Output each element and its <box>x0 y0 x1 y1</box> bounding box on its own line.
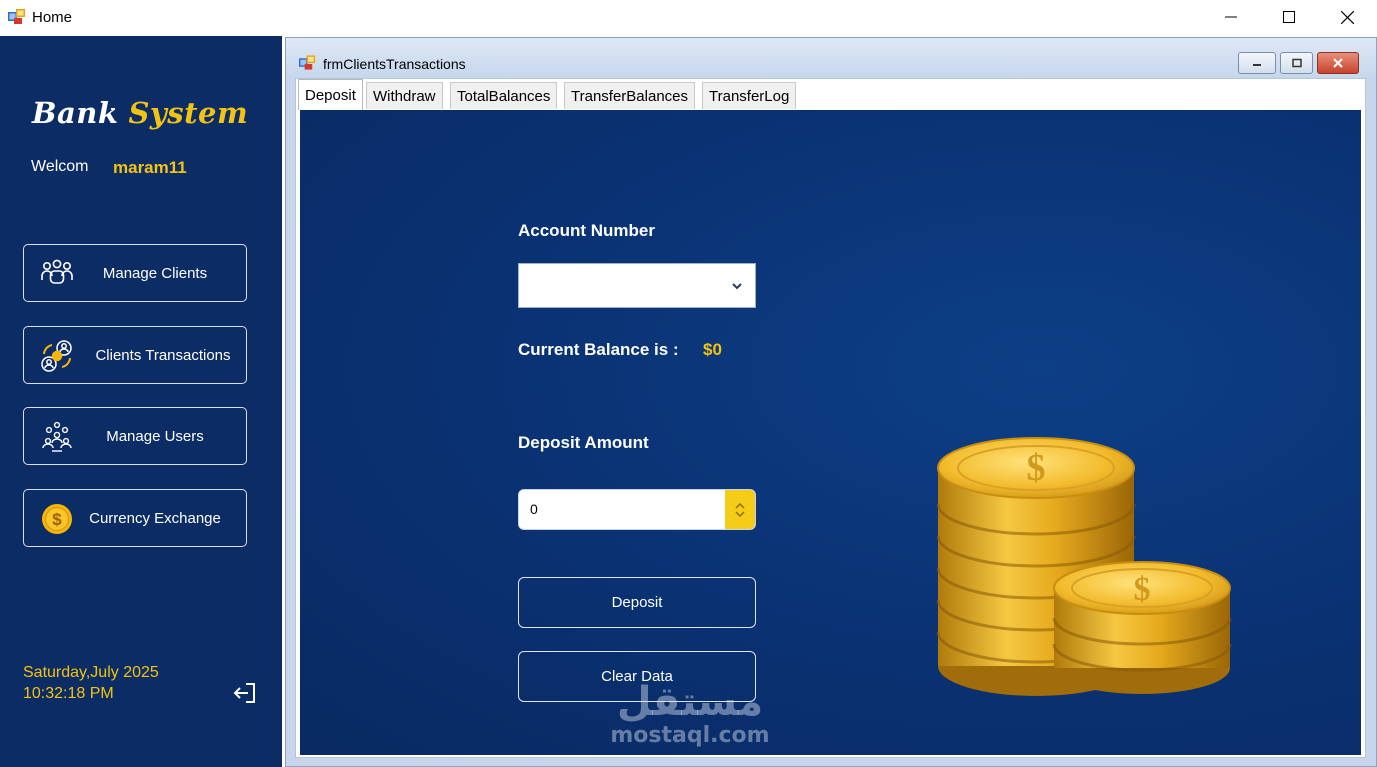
child-minimize-button[interactable] <box>1238 52 1276 74</box>
window-title: Home <box>32 9 73 26</box>
deposit-tab-page: Account Number Current Balance is : $0 D… <box>300 110 1361 755</box>
account-number-label: Account Number <box>518 221 655 240</box>
username: maram11 <box>113 158 187 177</box>
maximize-button[interactable] <box>1260 0 1318 34</box>
account-number-dropdown[interactable] <box>518 263 756 308</box>
chevron-down-icon <box>732 283 742 290</box>
watermark-arabic: مستقل <box>616 679 764 725</box>
current-balance-value: $0 <box>703 340 722 359</box>
maximize-icon <box>1283 11 1295 23</box>
tab-transfer-balances[interactable]: TransferBalances <box>564 82 695 109</box>
close-icon <box>1333 58 1343 68</box>
deposit-amount-input[interactable]: 0 <box>518 489 756 530</box>
minimize-button[interactable] <box>1202 0 1260 34</box>
minimize-icon <box>1253 64 1261 66</box>
manage-users-label: Manage Users <box>106 427 204 445</box>
window-titlebar: Home <box>0 0 1377 36</box>
tab-control: Deposit Withdraw TotalBalances TransferB… <box>295 78 1366 758</box>
spinner-arrows-icon <box>735 503 745 517</box>
child-titlebar: frmClientsTransactions <box>286 38 1376 78</box>
clients-transactions-button[interactable]: Clients Transactions <box>23 326 247 384</box>
child-window-title: frmClientsTransactions <box>323 56 466 72</box>
brand-logo: Bank System <box>32 96 248 130</box>
manage-clients-button[interactable]: Manage Clients <box>23 244 247 302</box>
current-time: 10:32:18 PM <box>23 685 114 702</box>
svg-text:$: $ <box>1027 447 1046 489</box>
gold-coins-illustration: $ $ <box>936 437 1232 696</box>
welcome-label: Welcom <box>31 158 89 175</box>
minimize-icon <box>1225 16 1237 18</box>
current-date: Saturday,July 2025 <box>23 664 159 681</box>
brand-accent: System <box>128 96 249 130</box>
clients-transactions-label: Clients Transactions <box>95 346 231 364</box>
tab-deposit[interactable]: Deposit <box>298 79 363 110</box>
tab-total-balances[interactable]: TotalBalances <box>450 82 558 109</box>
child-restore-button[interactable] <box>1280 52 1313 74</box>
deposit-amount-value: 0 <box>530 501 538 517</box>
restore-icon <box>1291 58 1302 68</box>
mostaql-watermark: مستقل mostaql.com <box>600 680 780 748</box>
currency-exchange-button[interactable]: $ Currency Exchange <box>23 489 247 547</box>
currency-exchange-label: Currency Exchange <box>89 509 221 527</box>
date-time-display: Saturday,July 2025 10:32:18 PM <box>23 662 159 704</box>
manage-users-button[interactable]: Manage Users <box>23 407 247 465</box>
watermark-latin: mostaql.com <box>610 723 770 748</box>
tab-withdraw[interactable]: Withdraw <box>366 82 443 109</box>
close-button[interactable] <box>1318 0 1376 34</box>
tab-transfer-log[interactable]: TransferLog <box>702 82 797 109</box>
amount-spinner-arrows[interactable] <box>725 490 755 529</box>
clients-transactions-window: frmClientsTransactions Deposit Withdraw … <box>285 37 1377 767</box>
deposit-amount-label: Deposit Amount <box>518 433 649 452</box>
sidebar: Bank System Welcom maram11 Manage Clients… <box>0 36 282 767</box>
svg-text:$: $ <box>1134 571 1151 608</box>
child-close-button[interactable] <box>1317 52 1359 74</box>
form-window-icon <box>299 55 316 70</box>
logout-icon[interactable] <box>232 680 258 706</box>
current-balance-label: Current Balance is : <box>518 340 679 359</box>
close-icon <box>1340 10 1354 24</box>
manage-clients-label: Manage Clients <box>102 264 208 282</box>
app-window-icon <box>8 9 25 24</box>
brand-primary: Bank <box>32 96 119 130</box>
deposit-button[interactable]: Deposit <box>518 577 756 628</box>
